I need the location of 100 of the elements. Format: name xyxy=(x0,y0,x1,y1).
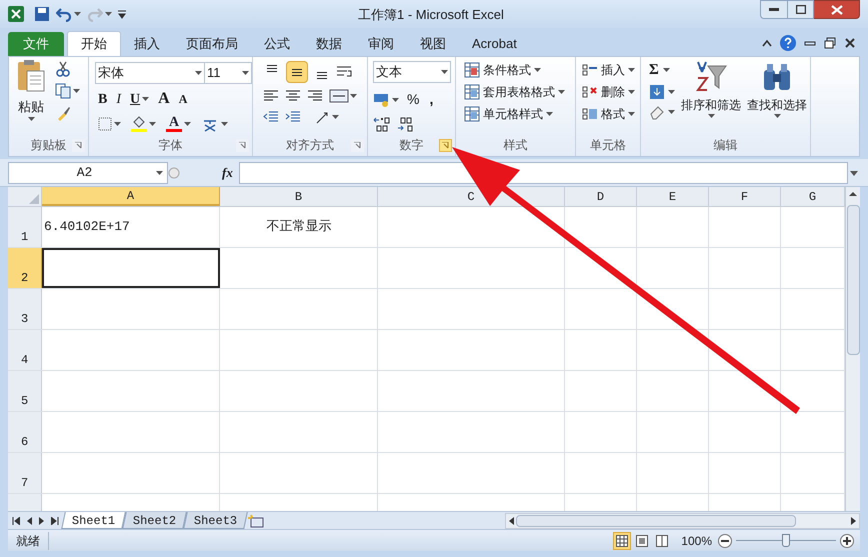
number-format-field[interactable]: 文本 xyxy=(373,61,451,83)
caret-icon xyxy=(534,68,541,72)
group-label: 编辑 xyxy=(714,137,738,154)
ribbon-tab[interactable]: 数据 xyxy=(303,31,355,56)
caret-icon xyxy=(662,68,670,72)
shrink-font-button[interactable]: A xyxy=(176,89,190,109)
minus-icon xyxy=(721,540,729,542)
caret-icon xyxy=(221,122,228,126)
find-select-button[interactable]: 查找和选择 xyxy=(747,60,807,120)
row-header[interactable]: 5 xyxy=(8,371,42,411)
paste-button[interactable]: 粘贴 xyxy=(13,59,49,121)
vertical-scrollbar[interactable] xyxy=(845,187,860,511)
ribbon-tab[interactable]: 插入 xyxy=(121,31,173,56)
redo-icon xyxy=(87,6,103,22)
insert-cells-icon xyxy=(582,62,598,78)
formula-input-field[interactable] xyxy=(238,162,848,184)
row-header[interactable]: 1 xyxy=(8,207,42,247)
increase-decimal-icon xyxy=(373,116,391,132)
copy-icon xyxy=(55,83,71,99)
sort-filter-icon xyxy=(694,60,728,94)
zoom-slider-thumb[interactable] xyxy=(782,534,790,546)
maximize-icon xyxy=(796,5,806,14)
group-label: 字体 xyxy=(158,137,182,154)
column-header[interactable]: F xyxy=(709,187,781,206)
cells-menu-button[interactable]: 删除 xyxy=(582,82,640,102)
align-lines-icon xyxy=(291,68,303,76)
zoom-out-button[interactable] xyxy=(718,534,732,548)
column-header[interactable]: B xyxy=(220,187,378,206)
zoom-in-button[interactable] xyxy=(840,534,854,548)
prev-sheet-icon xyxy=(25,516,33,524)
minimize-icon xyxy=(769,8,779,12)
autosum-button[interactable]: Σ xyxy=(649,60,675,80)
ribbon-tab[interactable]: 开始 xyxy=(67,31,121,56)
caret-icon xyxy=(105,12,112,16)
maximize-button[interactable] xyxy=(788,0,814,19)
zoom-slider[interactable] xyxy=(736,534,836,548)
restore-icon xyxy=(824,37,836,49)
font-size-field[interactable]: 11 xyxy=(205,62,252,84)
undo-button[interactable] xyxy=(56,6,81,22)
next-sheet-icon xyxy=(38,516,46,524)
horizontal-scrollbar[interactable] xyxy=(504,512,860,528)
conditional-format-icon xyxy=(464,62,480,78)
cells-menu-button[interactable]: 插入 xyxy=(582,60,640,80)
row-header[interactable]: 4 xyxy=(8,330,42,370)
bold-button[interactable]: B xyxy=(95,89,110,109)
ribbon-tab[interactable]: 页面布局 xyxy=(173,31,251,56)
format-cells-icon xyxy=(582,106,598,122)
grow-font-button[interactable]: A xyxy=(155,89,173,109)
active-cell[interactable] xyxy=(42,248,220,288)
row-header[interactable]: 6 xyxy=(8,412,42,452)
launcher-arrow-icon xyxy=(239,142,246,149)
merge-center-icon xyxy=(329,88,349,104)
italic-button[interactable]: I xyxy=(113,89,124,109)
sheet-tab[interactable]: Sheet3 xyxy=(184,512,248,529)
ribbon-tab[interactable]: Acrobat xyxy=(459,31,530,56)
style-menu-button[interactable]: 条件格式 xyxy=(464,60,575,80)
view-button[interactable] xyxy=(613,532,632,550)
table-format-icon xyxy=(464,84,480,100)
column-header[interactable]: E xyxy=(637,187,709,206)
style-menu-button[interactable]: 单元格样式 xyxy=(464,104,575,124)
underline-button[interactable]: U xyxy=(127,89,152,109)
file-tab[interactable]: 文件 xyxy=(8,32,64,56)
caret-icon xyxy=(558,90,565,94)
ribbon-tab[interactable]: 审阅 xyxy=(355,31,407,56)
font-color-button[interactable]: A xyxy=(163,114,194,134)
sheet-tab[interactable]: Sheet2 xyxy=(122,512,188,529)
fill-color-button[interactable] xyxy=(128,114,159,134)
close-button[interactable] xyxy=(814,0,860,19)
minimize-button[interactable] xyxy=(760,0,788,19)
group-label: 样式 xyxy=(504,137,528,154)
comma-button[interactable]: , xyxy=(427,89,436,110)
font-name-field[interactable]: 宋体 xyxy=(95,62,205,84)
ribbon-tab[interactable]: 公式 xyxy=(251,31,303,56)
launcher-arrow-icon xyxy=(354,142,361,149)
row-header[interactable]: 7 xyxy=(8,453,42,493)
caret-icon xyxy=(774,114,780,118)
style-menu-button[interactable]: 套用表格格式 xyxy=(464,82,575,102)
save-button[interactable] xyxy=(34,6,50,22)
row-header[interactable]: 2 xyxy=(8,248,42,288)
insert-function-button[interactable]: fx xyxy=(222,162,233,182)
vertical-align-button[interactable] xyxy=(286,61,308,83)
ribbon-tab[interactable]: 视图 xyxy=(407,31,459,56)
save-icon xyxy=(34,6,50,22)
row-header[interactable]: 3 xyxy=(8,289,42,329)
sheet-tab[interactable]: Sheet1 xyxy=(61,512,126,529)
collapse-ribbon-icon xyxy=(762,39,772,47)
caret-icon xyxy=(708,114,714,118)
launcher-arrow-icon xyxy=(442,142,449,149)
cells-menu-button[interactable]: 格式 xyxy=(582,104,640,124)
caret-icon xyxy=(350,94,357,98)
launcher-arrow-icon xyxy=(75,142,82,149)
scissors-icon xyxy=(55,61,71,77)
column-header[interactable]: A xyxy=(42,187,220,206)
group-label: 对齐方式 xyxy=(286,137,334,154)
sort-filter-button[interactable]: 排序和筛选 xyxy=(681,60,741,120)
column-header[interactable]: D xyxy=(565,187,637,206)
percent-button[interactable]: % xyxy=(405,89,422,110)
name-box[interactable]: A2 xyxy=(8,162,168,184)
dialog-launcher-button[interactable] xyxy=(439,139,452,152)
caret-icon xyxy=(142,97,150,101)
